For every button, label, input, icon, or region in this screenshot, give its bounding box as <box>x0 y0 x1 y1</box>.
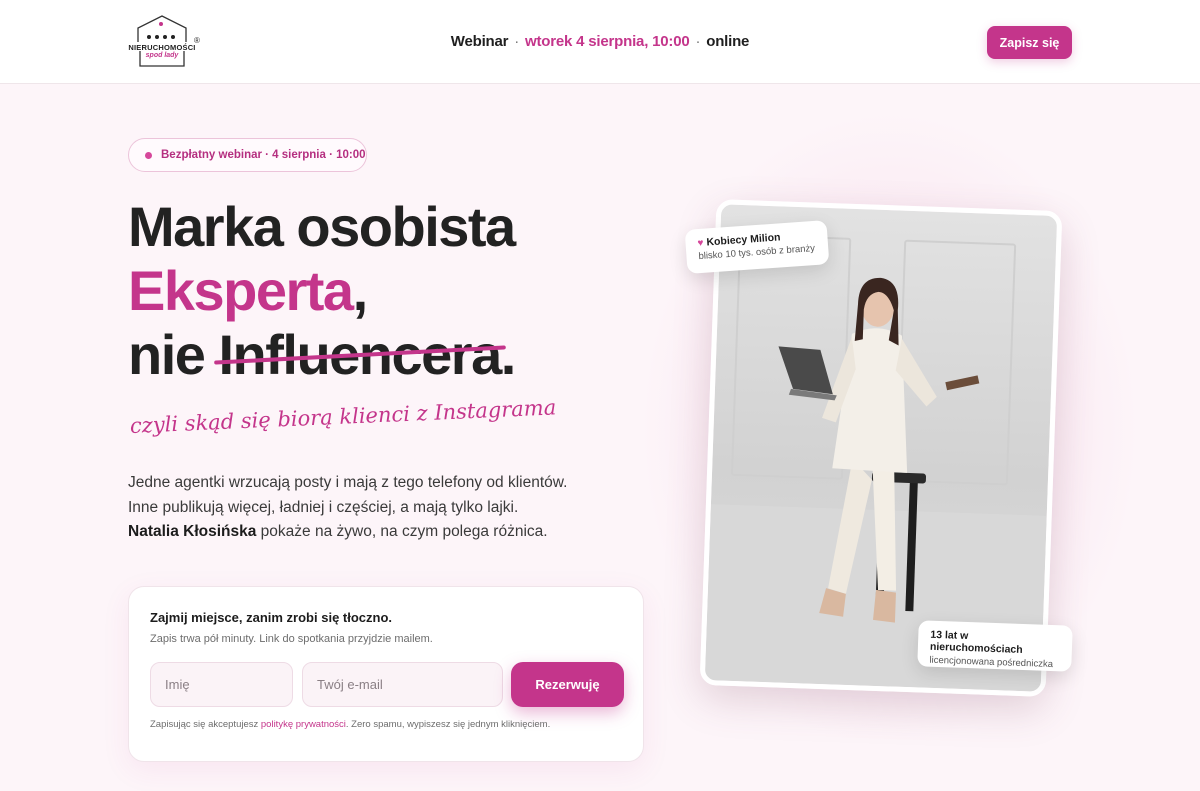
headline-line-1: Marka osobista <box>128 195 516 258</box>
webinar-date: wtorek 4 sierpnia, 10:00 <box>525 33 690 50</box>
speaker-name: Natalia Kłosińska <box>128 523 257 540</box>
intro-line-3: Natalia Kłosińska pokaże na żywo, na czy… <box>128 520 598 545</box>
badge-text: Bezpłatny webinar · 4 sierpnia · 10:00 <box>161 149 366 161</box>
intro-line-3-text: pokaże na żywo, na czym polega różnica. <box>256 523 548 540</box>
name-field[interactable] <box>150 662 293 707</box>
site-header: NIERUCHOMOŚCI spod lady ® Webinar · wtor… <box>0 0 1200 84</box>
signup-button[interactable]: Zapisz się <box>987 26 1072 59</box>
headline-prefix: nie <box>128 323 219 386</box>
stat-card-title: 13 lat w nieruchomościach <box>929 628 1023 656</box>
page-title: Marka osobista Eksperta, nie Influencera… <box>128 195 648 387</box>
speaker-photo <box>699 199 1063 697</box>
headline-highlight: Eksperta <box>128 259 354 322</box>
logo-tagline: spod lady <box>145 52 179 59</box>
email-field[interactable] <box>302 662 503 707</box>
heart-icon: ♥ <box>697 237 704 250</box>
webinar-badge: Bezpłatny webinar · 4 sierpnia · 10:00 <box>128 138 367 172</box>
stat-card-experience: 13 lat w nieruchomościach licencjonowana… <box>917 620 1073 672</box>
privacy-policy-link[interactable]: politykę prywatności <box>261 719 346 730</box>
webinar-mode: online <box>706 33 750 50</box>
intro-line-1: Jedne agentki wrzucają posty i mają z te… <box>128 474 568 491</box>
legal-suffix: . Zero spamu, wypiszesz się jednym klikn… <box>345 719 551 730</box>
headline-strikethrough: Influencera <box>218 323 502 386</box>
form-title: Zajmij miejsce, zanim zrobi się tłoczno. <box>150 610 393 625</box>
headline-line-3: nie Influencera. <box>128 323 648 387</box>
badge-dot-icon <box>145 151 152 159</box>
separator-dot: · <box>514 33 520 50</box>
signup-card: Zajmij miejsce, zanim zrobi się tłoczno.… <box>128 586 644 762</box>
intro-line-2: Inne publikują więcej, ładniej i częście… <box>128 498 519 516</box>
speaker-illustration <box>704 234 1047 692</box>
intro-paragraph: Jedne agentki wrzucają posty i mają z te… <box>128 471 598 545</box>
legal-prefix: Zapisując się akceptujesz <box>150 719 261 730</box>
headline-line-2: Eksperta, <box>128 259 648 323</box>
headline-comma: , <box>352 259 369 322</box>
reserve-button[interactable]: Rezerwuję <box>511 662 624 707</box>
form-subtitle: Zapis trwa pół minuty. Link do spotkania… <box>150 633 433 645</box>
webinar-label: Webinar <box>450 33 509 50</box>
script-subtitle: czyli skąd się biorą klienci z Instagram… <box>129 395 557 438</box>
separator-dot: · <box>695 33 701 50</box>
headline-period: . <box>500 323 517 386</box>
legal-note: Zapisując się akceptujesz politykę prywa… <box>150 719 550 730</box>
